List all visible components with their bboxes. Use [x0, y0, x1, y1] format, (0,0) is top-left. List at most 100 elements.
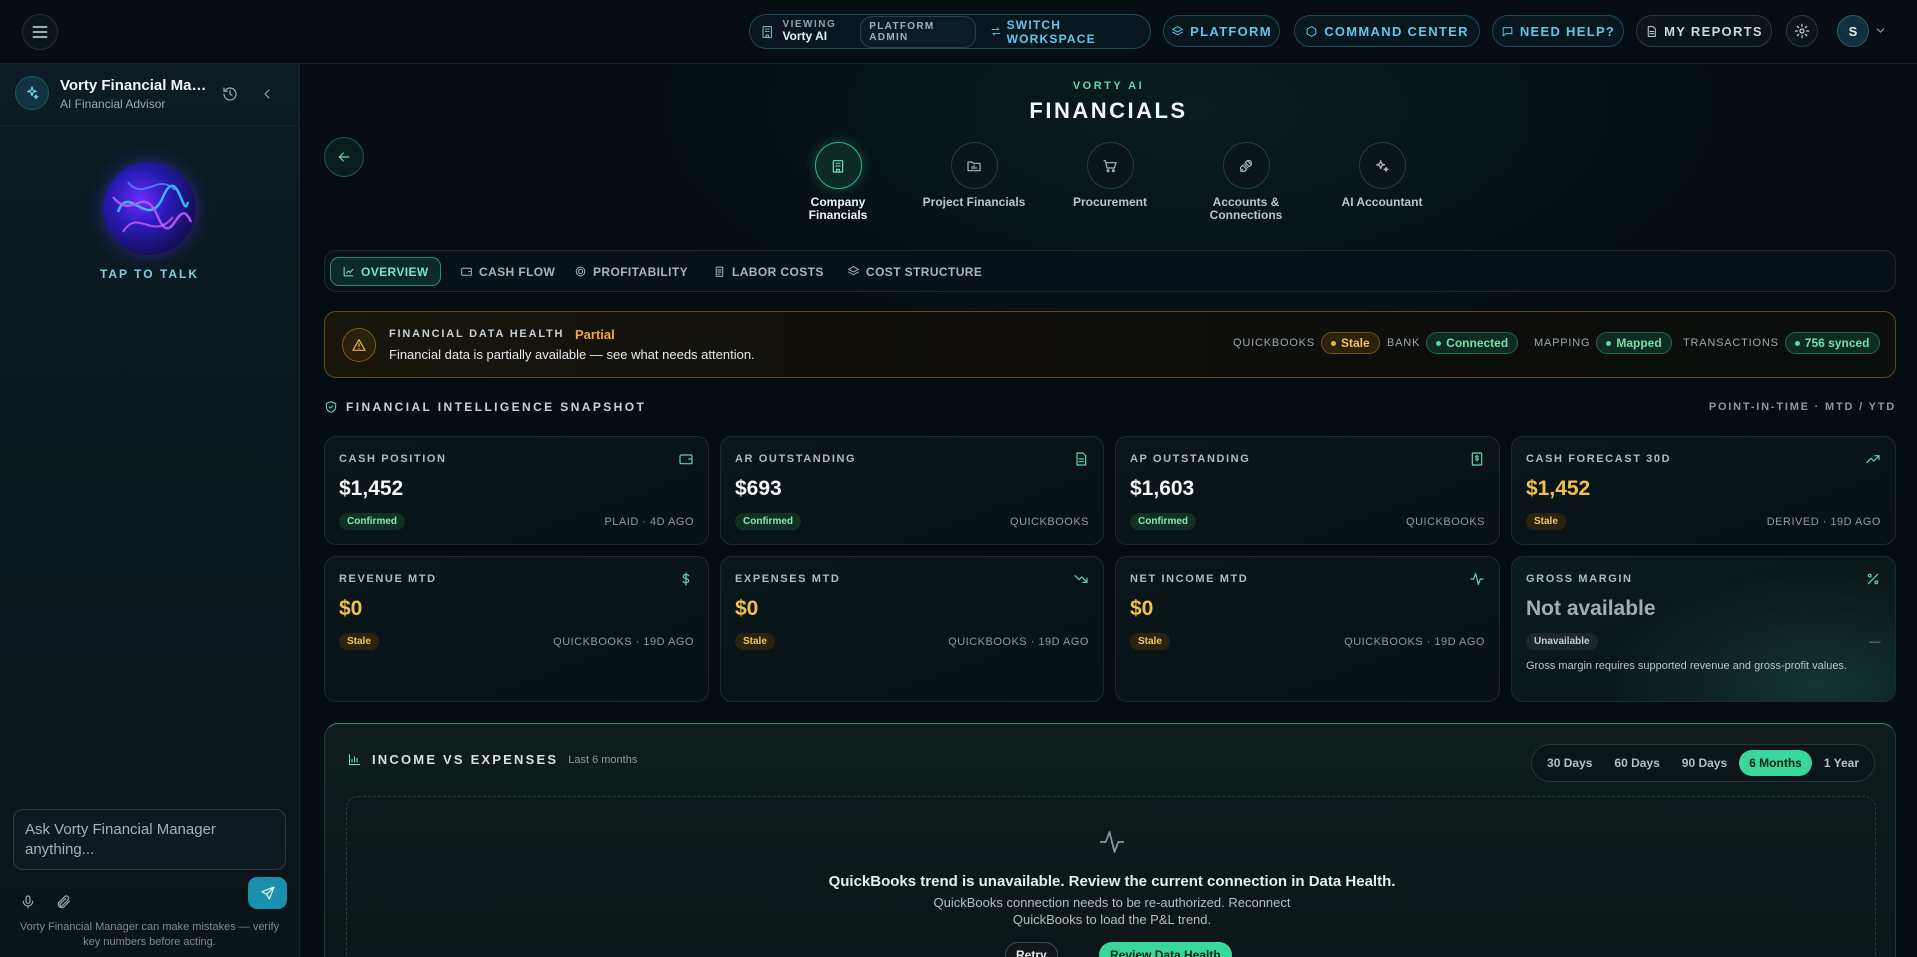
sub-tabs: OVERVIEW CASH FLOW PROFITABILITY LABOR C…	[324, 250, 1896, 292]
kpi-card-ap-outstanding[interactable]: AP OUTSTANDING $1,603 Confirmed QUICKBOO…	[1115, 436, 1500, 545]
ai-disclaimer: Vorty Financial Manager can make mistake…	[19, 921, 280, 948]
switch-workspace-label: SWITCH WORKSPACE	[1006, 17, 1096, 46]
microphone-icon[interactable]	[20, 894, 36, 910]
tab-overview[interactable]: OVERVIEW	[330, 257, 441, 286]
tap-to-talk-label[interactable]: TAP TO TALK	[0, 267, 299, 281]
switch-workspace-button[interactable]: SWITCH WORKSPACE	[990, 18, 1140, 46]
section-accounts-connections[interactable]: Accounts & Connections	[1181, 142, 1311, 221]
target-icon	[575, 266, 586, 277]
data-health-banner[interactable]: FINANCIAL DATA HEALTH Partial Financial …	[324, 311, 1896, 378]
status-badge: Confirmed	[735, 513, 801, 530]
switch-arrows-icon	[991, 27, 1001, 36]
section-company-financials[interactable]: Company Financials	[773, 142, 903, 221]
range-1-year[interactable]: 1 Year	[1814, 750, 1869, 776]
assistant-sidebar: Vorty Financial Manager AI Financial Adv…	[0, 64, 300, 957]
user-avatar[interactable]: S	[1837, 15, 1869, 47]
section-label: Accounts & Connections	[1209, 195, 1283, 222]
dollar-icon	[678, 571, 694, 587]
card-label: CASH POSITION	[339, 453, 447, 465]
status-badge: Stale	[1526, 513, 1566, 530]
brand-label: VORTY AI	[1072, 80, 1145, 92]
building-icon	[814, 142, 862, 189]
tab-labor-costs[interactable]: LABOR COSTS	[702, 257, 835, 286]
sidebar-header: Vorty Financial Manager AI Financial Adv…	[0, 64, 299, 126]
command-center-button[interactable]: COMMAND CENTER	[1294, 15, 1480, 47]
status-badge: Stale	[735, 633, 775, 650]
card-label: AP OUTSTANDING	[1130, 453, 1251, 465]
kpi-card-revenue-mtd[interactable]: REVENUE MTD $0 Stale QUICKBOOKS · 19D AG…	[324, 556, 709, 702]
card-value: $0	[735, 597, 759, 620]
card-source: QUICKBOOKS	[1010, 516, 1089, 528]
section-project-financials[interactable]: Project Financials	[909, 142, 1039, 209]
card-label: CASH FORECAST 30D	[1526, 453, 1672, 465]
range-60-days[interactable]: 60 Days	[1604, 750, 1669, 776]
card-source: PLAID · 4D AGO	[604, 516, 694, 528]
card-value: Not available	[1526, 597, 1656, 620]
kpi-card-cash-position[interactable]: CASH POSITION $1,452 Confirmed PLAID · 4…	[324, 436, 709, 545]
status-badge: Stale	[1130, 633, 1170, 650]
need-help-button[interactable]: NEED HELP?	[1492, 15, 1624, 47]
document-icon	[1073, 451, 1089, 467]
assistant-logo-icon	[15, 76, 49, 110]
platform-label: PLATFORM	[1190, 23, 1272, 39]
history-icon[interactable]	[222, 86, 238, 102]
status-badge: Confirmed	[339, 513, 405, 530]
range-30-days[interactable]: 30 Days	[1537, 750, 1602, 776]
trend-up-icon	[1865, 451, 1881, 467]
health-stat-mapping: MAPPING Mapped	[1534, 332, 1672, 354]
wallet-icon	[678, 451, 694, 467]
kpi-card-net-income-mtd[interactable]: NET INCOME MTD $0 Stale QUICKBOOKS · 19D…	[1115, 556, 1500, 702]
card-value: $1,603	[1130, 477, 1195, 500]
stat-label: MAPPING	[1534, 337, 1591, 349]
range-6-months[interactable]: 6 Months	[1739, 750, 1812, 776]
card-value: $693	[735, 477, 782, 500]
hexagon-icon	[1306, 25, 1317, 37]
retry-button[interactable]: Retry	[1005, 942, 1058, 957]
tab-cost-structure[interactable]: COST STRUCTURE	[836, 257, 993, 286]
panel-title: INCOME VS EXPENSES	[372, 752, 559, 767]
kpi-card-gross-margin[interactable]: GROSS MARGIN Not available Unavailable —…	[1511, 556, 1896, 702]
snapshot-period: POINT-IN-TIME · MTD / YTD	[1708, 401, 1896, 413]
collapse-sidebar-icon[interactable]	[259, 86, 275, 102]
stat-label: QUICKBOOKS	[1233, 337, 1315, 349]
platform-button[interactable]: PLATFORM	[1163, 15, 1280, 47]
section-ai-accountant[interactable]: AI Accountant	[1317, 142, 1447, 209]
chart-empty-state: QuickBooks trend is unavailable. Review …	[346, 796, 1876, 957]
attachment-icon[interactable]	[56, 894, 72, 910]
receipt-dollar-icon	[1469, 451, 1485, 467]
health-title: FINANCIAL DATA HEALTH	[389, 328, 565, 340]
settings-button[interactable]	[1786, 15, 1818, 47]
chat-input[interactable]: Ask Vorty Financial Manager anything...	[13, 809, 286, 870]
health-stat-transactions: TRANSACTIONS 756 synced	[1683, 332, 1880, 354]
range-90-days[interactable]: 90 Days	[1672, 750, 1737, 776]
voice-orb[interactable]	[103, 162, 196, 255]
folder-chart-icon	[950, 142, 998, 189]
tab-cash-flow[interactable]: CASH FLOW	[449, 257, 566, 286]
chevron-down-icon[interactable]	[1874, 24, 1887, 37]
section-label: Company Financials	[808, 195, 868, 222]
snapshot-title: FINANCIAL INTELLIGENCE SNAPSHOT	[346, 400, 647, 414]
section-procurement[interactable]: Procurement	[1045, 142, 1175, 209]
assistant-name: Vorty Financial Manager	[60, 77, 210, 94]
tab-profitability[interactable]: PROFITABILITY	[563, 257, 699, 286]
send-button[interactable]	[248, 877, 287, 909]
shield-check-icon	[325, 401, 337, 413]
status-badge: Mapped	[1596, 332, 1672, 354]
document-icon	[1647, 25, 1656, 37]
kpi-card-ar-outstanding[interactable]: AR OUTSTANDING $693 Confirmed QUICKBOOKS	[720, 436, 1104, 545]
my-reports-button[interactable]: MY REPORTS	[1636, 15, 1772, 47]
page-title: FINANCIALS	[1029, 98, 1188, 123]
stat-label: BANK	[1387, 337, 1421, 349]
panel-heading: INCOME VS EXPENSES Last 6 months	[347, 752, 637, 767]
review-data-health-button[interactable]: Review Data Health	[1099, 942, 1232, 957]
kpi-card-cash-forecast[interactable]: CASH FORECAST 30D $1,452 Stale DERIVED ·…	[1511, 436, 1896, 545]
card-label: NET INCOME MTD	[1130, 573, 1249, 585]
card-label: EXPENSES MTD	[735, 573, 841, 585]
chat-bubble-icon	[1502, 26, 1513, 36]
clipboard-icon	[715, 266, 724, 277]
tab-label: OVERVIEW	[361, 264, 429, 279]
pulse-icon	[1469, 571, 1485, 587]
kpi-card-expenses-mtd[interactable]: EXPENSES MTD $0 Stale QUICKBOOKS · 19D A…	[720, 556, 1104, 702]
warning-icon	[342, 328, 376, 362]
hamburger-menu-button[interactable]	[22, 14, 58, 50]
